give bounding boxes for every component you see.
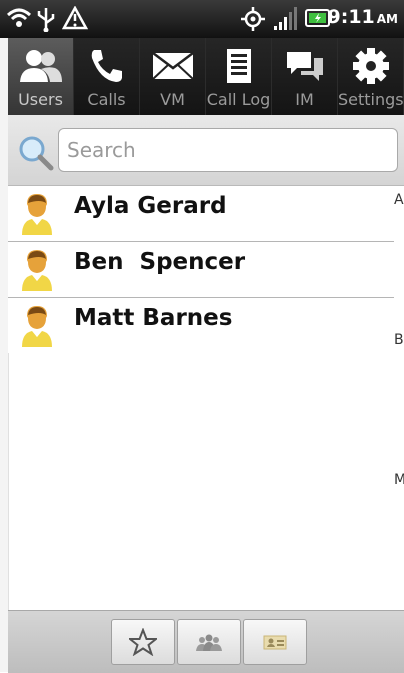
tab-settings[interactable]: Settings <box>338 38 404 115</box>
search-placeholder: Search <box>67 138 136 162</box>
tab-users-label: Users <box>18 90 63 109</box>
tab-calls[interactable]: Calls <box>74 38 140 115</box>
clock-ampm: AM <box>376 12 398 26</box>
search-icon[interactable] <box>18 135 54 171</box>
list-item[interactable]: Matt Barnes <box>8 298 394 353</box>
tab-im[interactable]: IM <box>272 38 338 115</box>
contact-card-button[interactable] <box>243 619 307 665</box>
signal-icon <box>274 7 297 30</box>
gps-icon <box>241 7 265 31</box>
index-letter[interactable]: M <box>394 472 404 488</box>
envelope-icon <box>151 52 194 80</box>
contact-name: Matt Barnes <box>74 305 233 331</box>
tab-call-log[interactable]: Call Log <box>206 38 272 115</box>
warning-icon <box>62 6 88 30</box>
clock-time: 9:11 <box>327 6 375 28</box>
contact-card-icon <box>263 635 287 650</box>
tab-settings-label: Settings <box>338 90 404 109</box>
tab-calls-label: Calls <box>87 90 126 109</box>
favorites-button[interactable] <box>111 619 175 665</box>
index-letter[interactable]: B <box>394 332 404 348</box>
tab-users[interactable]: Users <box>8 38 74 115</box>
user-avatar-icon <box>22 194 52 235</box>
users-icon <box>19 50 62 82</box>
group-icon <box>196 634 222 651</box>
tab-bar: Users Calls VM Call Log IM Settings <box>8 38 404 115</box>
tab-vm[interactable]: VM <box>140 38 206 115</box>
contact-name: Ben Spencer <box>74 249 246 275</box>
chat-icon <box>286 52 323 81</box>
wifi-icon <box>6 8 32 27</box>
contact-name: Ayla Gerard <box>74 193 227 219</box>
document-icon <box>226 49 251 83</box>
user-avatar-icon <box>22 306 52 347</box>
search-bar: Search <box>8 115 404 186</box>
status-clock: 9:11 AM <box>328 6 399 28</box>
search-input[interactable]: Search <box>58 128 398 172</box>
status-bar: 9:11 AM <box>0 0 404 38</box>
star-icon <box>129 628 157 656</box>
gear-icon <box>352 48 389 84</box>
phone-icon <box>91 50 122 82</box>
alphabet-index[interactable]: A B M <box>394 186 404 610</box>
list-item[interactable]: Ben Spencer <box>8 242 394 298</box>
tab-im-label: IM <box>295 90 314 109</box>
index-letter[interactable]: A <box>394 192 404 208</box>
tab-call-log-label: Call Log <box>206 90 271 109</box>
usb-icon <box>37 8 55 32</box>
user-avatar-icon <box>22 250 52 291</box>
bottom-toolbar <box>8 610 404 673</box>
list-item[interactable]: Ayla Gerard <box>8 186 394 242</box>
tab-vm-label: VM <box>160 90 185 109</box>
contact-list: Ayla Gerard Ben Spencer Matt Barnes <box>8 186 394 353</box>
groups-button[interactable] <box>177 619 241 665</box>
